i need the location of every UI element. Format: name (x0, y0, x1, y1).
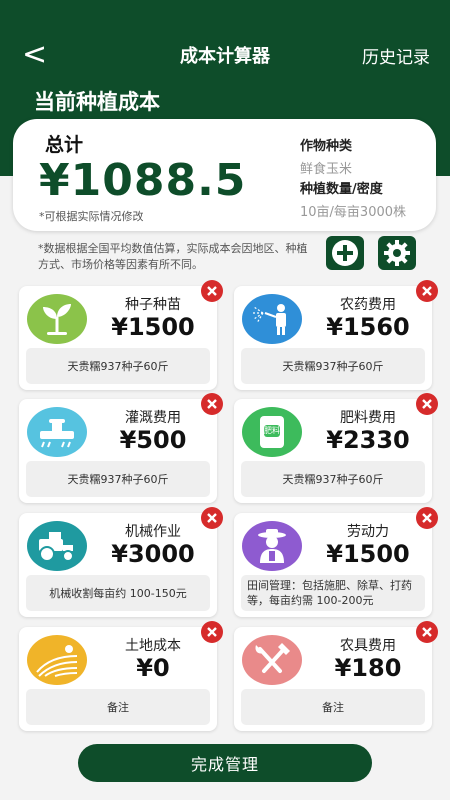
card-title: 种子种苗 (125, 297, 181, 313)
field-icon (27, 635, 87, 685)
history-link[interactable]: 历史记录 (362, 43, 430, 68)
cost-card-labor[interactable]: 劳动力 ¥1500 田间管理：包括施肥、除草、打药等，每亩约需 100-200元 (234, 507, 438, 617)
quantity-value: 10亩/每亩3000株 (300, 205, 407, 220)
crop-label: 作物种类 (300, 139, 353, 154)
total-label: 总计 (45, 134, 84, 156)
close-icon (422, 286, 432, 296)
settings-button[interactable] (378, 236, 416, 270)
disclaimer: *数据根据全国平均数值估算，实际成本会因地区、种植方式、市场价格等因素有所不同。 (38, 242, 308, 271)
delete-button[interactable] (416, 393, 438, 415)
card-note: 天贵糯937种子60斤 (26, 348, 210, 384)
seedling-icon (27, 294, 87, 344)
farmer-icon (242, 521, 302, 571)
close-icon (422, 399, 432, 409)
card-note: 备注 (241, 689, 425, 725)
top-bar: < 成本计算器 历史记录 (0, 30, 450, 84)
close-icon (207, 286, 217, 296)
complete-button[interactable]: 完成管理 (78, 744, 372, 782)
fertilizer-icon-label: 肥料 (264, 426, 280, 435)
close-icon (422, 627, 432, 637)
total-note: *可根据实际情况修改 (39, 210, 144, 223)
tools-icon (242, 635, 302, 685)
total-value: ¥1088.5 (39, 155, 247, 206)
close-icon (422, 513, 432, 523)
crop-value: 鲜食玉米 (300, 162, 353, 177)
irrigation-icon (27, 407, 87, 457)
delete-button[interactable] (201, 507, 223, 529)
cost-card-seed[interactable]: 种子种苗 ¥1500 天贵糯937种子60斤 (19, 280, 223, 390)
delete-button[interactable] (416, 507, 438, 529)
add-button[interactable] (326, 236, 364, 270)
gear-icon (384, 240, 410, 266)
tractor-icon (27, 521, 87, 571)
card-value: ¥0 (136, 654, 170, 682)
quantity-label: 种植数量/密度 (300, 182, 383, 197)
sprayer-icon (242, 294, 302, 344)
card-note: 机械收割每亩约 100-150元 (26, 575, 210, 611)
card-title: 土地成本 (125, 638, 181, 654)
card-note: 天贵糯937种子60斤 (241, 348, 425, 384)
section-title: 当前种植成本 (34, 90, 160, 114)
card-title: 灌溉费用 (125, 410, 181, 426)
card-title: 劳动力 (347, 524, 389, 540)
cost-card-fertilizer[interactable]: 肥料 肥料费用 ¥2330 天贵糯937种子60斤 (234, 393, 438, 503)
card-value: ¥1560 (326, 313, 410, 341)
close-icon (207, 513, 217, 523)
close-icon (207, 399, 217, 409)
close-icon (207, 627, 217, 637)
delete-button[interactable] (201, 393, 223, 415)
card-title: 肥料费用 (340, 410, 396, 426)
card-value: ¥2330 (326, 426, 410, 454)
delete-button[interactable] (201, 280, 223, 302)
card-title: 机械作业 (125, 524, 181, 540)
fertilizer-icon: 肥料 (242, 407, 302, 457)
card-note: 田间管理：包括施肥、除草、打药等，每亩约需 100-200元 (241, 575, 425, 611)
cost-card-machinery[interactable]: 机械作业 ¥3000 机械收割每亩约 100-150元 (19, 507, 223, 617)
plus-icon (332, 240, 358, 266)
card-value: ¥1500 (111, 313, 195, 341)
cost-card-land[interactable]: 土地成本 ¥0 备注 (19, 621, 223, 731)
cost-card-tools[interactable]: 农具费用 ¥180 备注 (234, 621, 438, 731)
card-value: ¥3000 (111, 540, 195, 568)
crop-info[interactable]: 作物种类 鲜食玉米 (300, 135, 352, 177)
card-title: 农药费用 (340, 297, 396, 313)
card-value: ¥180 (334, 654, 402, 682)
card-note: 备注 (26, 689, 210, 725)
card-note: 天贵糯937种子60斤 (26, 461, 210, 497)
card-note: 天贵糯937种子60斤 (241, 461, 425, 497)
delete-button[interactable] (416, 280, 438, 302)
cost-card-pesticide[interactable]: 农药费用 ¥1560 天贵糯937种子60斤 (234, 280, 438, 390)
delete-button[interactable] (416, 621, 438, 643)
card-title: 农具费用 (340, 638, 396, 654)
delete-button[interactable] (201, 621, 223, 643)
summary-card: 总计 ¥1088.5 *可根据实际情况修改 作物种类 鲜食玉米 种植数量/密度 … (13, 119, 436, 231)
card-value: ¥500 (119, 426, 187, 454)
card-value: ¥1500 (326, 540, 410, 568)
cost-card-irrigation[interactable]: 灌溉费用 ¥500 天贵糯937种子60斤 (19, 393, 223, 503)
quantity-info[interactable]: 种植数量/密度 10亩/每亩3000株 (300, 178, 406, 220)
